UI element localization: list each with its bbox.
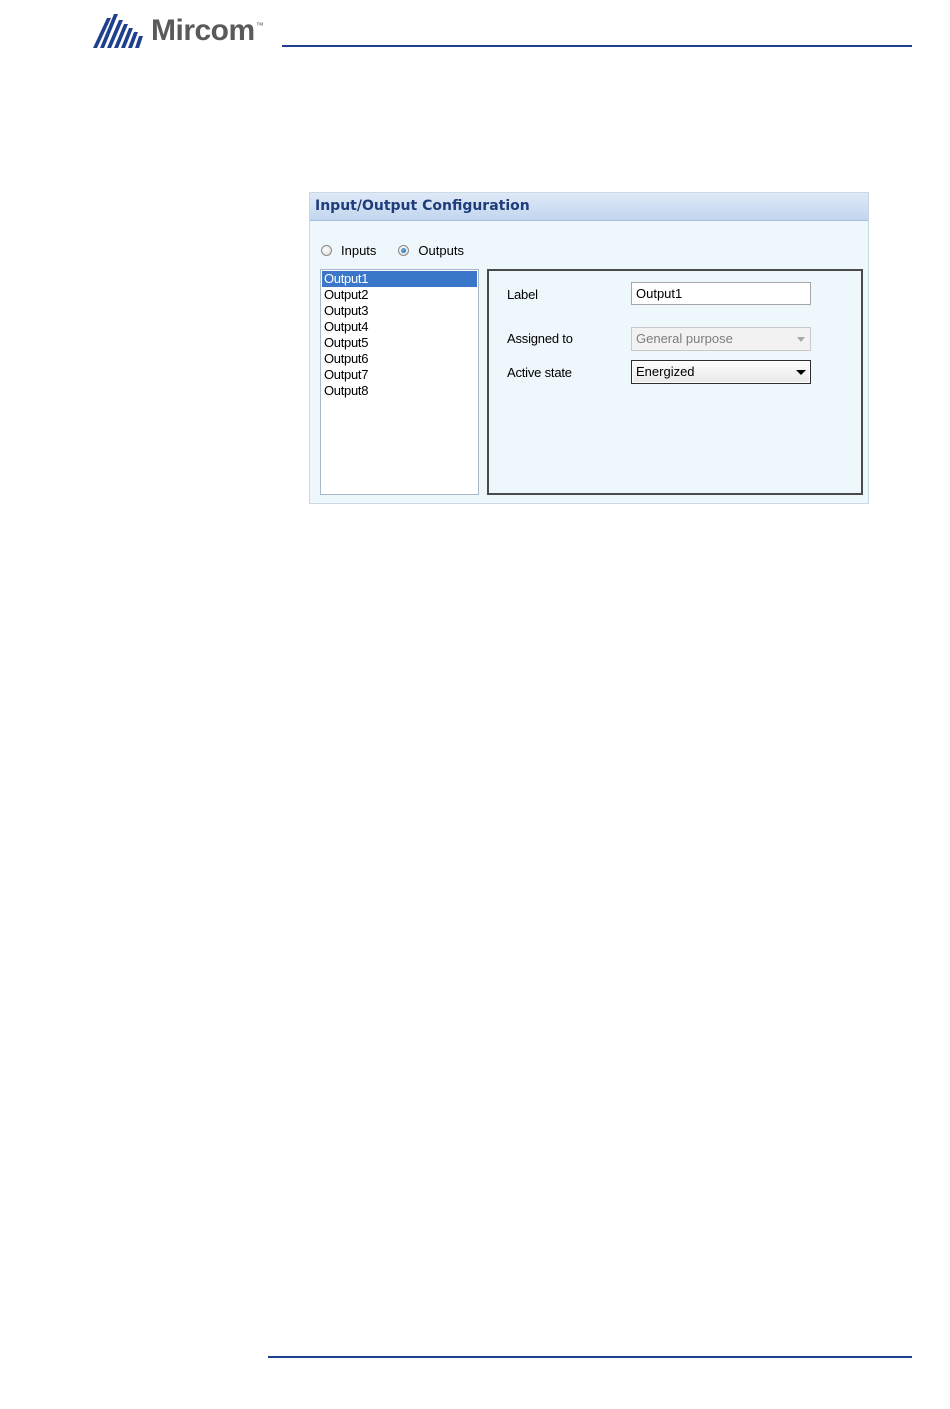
outputs-radio-label: Outputs: [418, 243, 464, 258]
radio-unchecked-icon[interactable]: [321, 245, 332, 256]
header-rule: [282, 45, 912, 47]
label-field-caption: Label: [507, 287, 538, 302]
io-configuration-panel: Input/Output Configuration Inputs Output…: [309, 192, 869, 504]
label-input[interactable]: [631, 282, 811, 305]
assigned-to-caption: Assigned to: [507, 331, 573, 346]
mircom-logo-icon: [93, 14, 143, 48]
list-item[interactable]: Output1: [322, 271, 477, 287]
radio-checked-icon[interactable]: [398, 245, 410, 256]
io-type-radio-group: Inputs Outputs: [321, 243, 486, 258]
list-item[interactable]: Output5: [322, 335, 477, 351]
output-details-box: Label Assigned to General purpose Active…: [487, 269, 863, 495]
inputs-radio-label: Inputs: [341, 243, 377, 258]
list-item[interactable]: Output6: [322, 351, 477, 367]
outputs-list[interactable]: Output1 Output2 Output3 Output4 Output5 …: [320, 269, 479, 495]
trademark-mark: ™: [255, 20, 264, 30]
inputs-radio[interactable]: Inputs: [321, 243, 376, 258]
assigned-to-value: General purpose: [636, 331, 733, 346]
active-state-value: Energized: [636, 364, 695, 379]
list-item[interactable]: Output8: [322, 383, 477, 399]
list-item[interactable]: Output2: [322, 287, 477, 303]
active-state-caption: Active state: [507, 365, 572, 380]
list-item[interactable]: Output3: [322, 303, 477, 319]
dropdown-arrow-icon: [797, 337, 805, 342]
footer-rule: [268, 1356, 912, 1358]
assigned-to-select: General purpose: [631, 327, 811, 351]
panel-title: Input/Output Configuration: [310, 193, 868, 221]
list-item[interactable]: Output7: [322, 367, 477, 383]
outputs-radio[interactable]: Outputs: [398, 243, 464, 258]
mircom-logo: Mircom ™: [93, 14, 264, 48]
active-state-select[interactable]: Energized: [631, 360, 811, 384]
list-item[interactable]: Output4: [322, 319, 477, 335]
brand-name: Mircom: [151, 14, 255, 47]
dropdown-arrow-icon[interactable]: [796, 370, 806, 375]
